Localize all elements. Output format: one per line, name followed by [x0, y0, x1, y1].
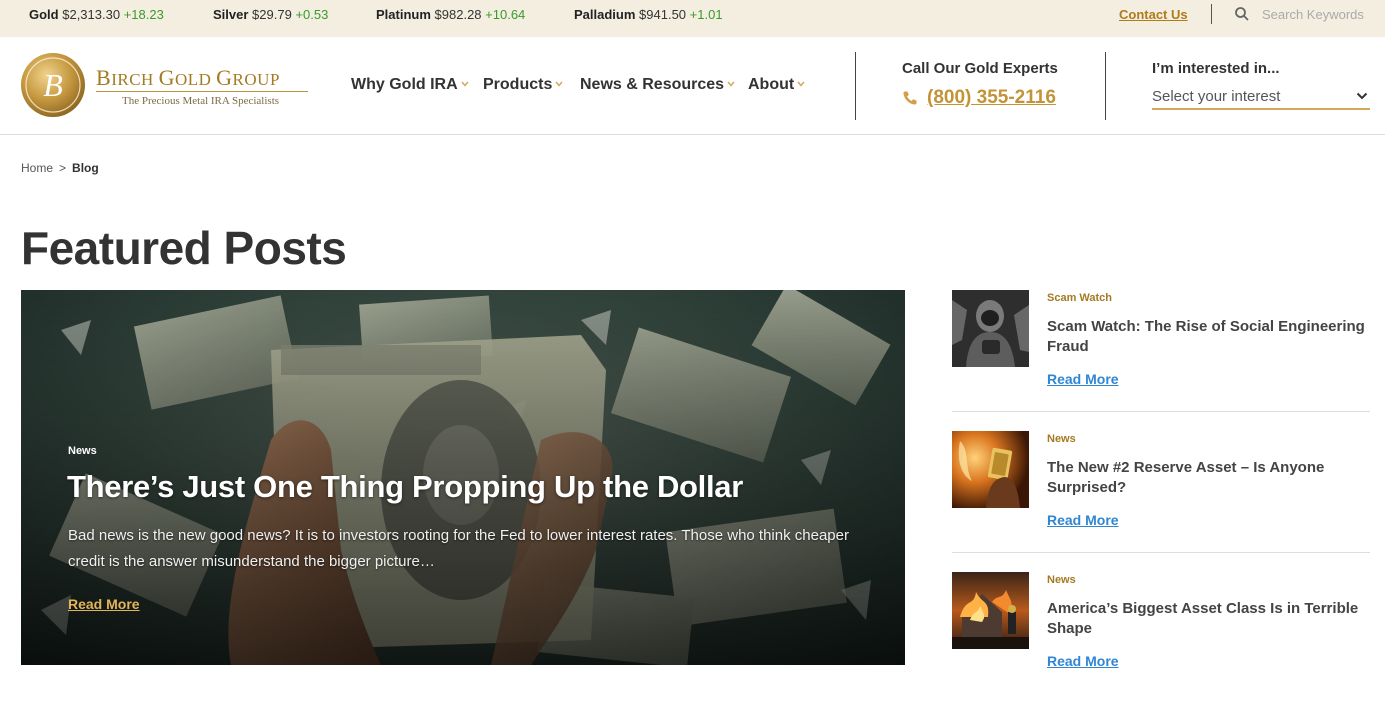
ticker-metal: Platinum — [376, 7, 431, 22]
hero-read-more-link[interactable]: Read More — [68, 596, 140, 612]
hero-category[interactable]: News — [68, 445, 97, 457]
chevron-down-icon — [461, 81, 469, 87]
breadcrumb-home-link[interactable]: Home — [21, 161, 53, 175]
post-category[interactable]: Scam Watch — [1047, 292, 1112, 304]
read-more-link[interactable]: Read More — [1047, 512, 1119, 528]
post-title[interactable]: Scam Watch: The Rise of Social Engineeri… — [1047, 317, 1369, 357]
contact-us-link[interactable]: Contact Us — [1119, 7, 1188, 22]
divider — [952, 552, 1370, 553]
post-category[interactable]: News — [1047, 433, 1076, 445]
ticker-change: +10.64 — [485, 7, 526, 22]
post-thumbnail[interactable] — [952, 290, 1029, 367]
post-thumbnail[interactable] — [952, 572, 1029, 649]
logo-wordmark[interactable]: BIRCH GOLD GROUP — [96, 65, 280, 91]
read-more-link[interactable]: Read More — [1047, 371, 1119, 387]
post-title[interactable]: America’s Biggest Asset Class Is in Terr… — [1047, 599, 1369, 639]
search-icon — [1235, 7, 1249, 21]
ticker-metal: Palladium — [574, 7, 636, 22]
divider — [952, 411, 1370, 412]
divider — [855, 52, 856, 120]
interest-label: I’m interested in... — [1152, 60, 1280, 77]
chevron-down-icon — [555, 81, 563, 87]
hero-excerpt: Bad news is the new good news? It is to … — [68, 527, 849, 570]
divider — [1105, 52, 1106, 120]
phone-icon — [903, 91, 917, 105]
post-thumbnail[interactable] — [952, 431, 1029, 508]
hero-title[interactable]: There’s Just One Thing Propping Up the D… — [67, 469, 743, 505]
chevron-down-icon — [797, 81, 805, 87]
svg-text:B: B — [43, 67, 63, 103]
search-placeholder: Search Keywords — [1262, 7, 1364, 22]
breadcrumb: Home > Blog — [21, 161, 99, 175]
ticker-metal: Silver — [213, 7, 249, 22]
ticker-platinum: Platinum $982.28 +10.64 — [376, 7, 525, 22]
interest-select[interactable]: Select your interest — [1152, 86, 1370, 110]
divider — [1211, 4, 1212, 24]
post-title[interactable]: The New #2 Reserve Asset – Is Anyone Sur… — [1047, 458, 1369, 498]
read-more-link[interactable]: Read More — [1047, 653, 1119, 669]
phone-number-link[interactable]: (800) 355-2116 — [927, 87, 1056, 109]
ticker-metal: Gold — [29, 7, 59, 22]
search-input[interactable]: Search Keywords — [1234, 6, 1374, 24]
ticker-gold: Gold $2,313.30 +18.23 — [29, 7, 164, 22]
ticker-change: +18.23 — [123, 7, 164, 22]
ticker-price: $2,313.30 — [62, 7, 121, 22]
chevron-down-icon — [727, 81, 735, 87]
logo-rule — [96, 91, 308, 92]
logo-tagline: The Precious Metal IRA Specialists — [122, 95, 280, 107]
site-header: B BIRCH GOLD GROUP The Precious Metal IR… — [0, 37, 1385, 135]
breadcrumb-separator: > — [59, 161, 67, 175]
ticker-change: +1.01 — [689, 7, 723, 22]
call-experts-label: Call Our Gold Experts — [902, 60, 1058, 77]
chevron-down-icon — [1356, 92, 1368, 100]
ticker-price: $982.28 — [434, 7, 482, 22]
logo-emblem-icon[interactable]: B — [20, 52, 86, 118]
page-title: Featured Posts — [21, 222, 347, 274]
ticker-price: $941.50 — [639, 7, 687, 22]
ticker-palladium: Palladium $941.50 +1.01 — [574, 7, 723, 22]
ticker-change: +0.53 — [295, 7, 329, 22]
nav-products[interactable]: Products — [483, 76, 563, 94]
price-ticker-bar: Gold $2,313.30 +18.23 Silver $29.79 +0.5… — [0, 0, 1385, 37]
ticker-silver: Silver $29.79 +0.53 — [213, 7, 328, 22]
nav-about[interactable]: About — [748, 76, 805, 94]
nav-news-resources[interactable]: News & Resources — [580, 76, 735, 94]
post-category[interactable]: News — [1047, 574, 1076, 586]
breadcrumb-current: Blog — [72, 161, 99, 175]
interest-selected-value: Select your interest — [1152, 88, 1281, 105]
featured-hero-post[interactable]: News There’s Just One Thing Propping Up … — [21, 290, 905, 665]
nav-why-gold-ira[interactable]: Why Gold IRA — [351, 76, 469, 94]
ticker-price: $29.79 — [252, 7, 292, 22]
